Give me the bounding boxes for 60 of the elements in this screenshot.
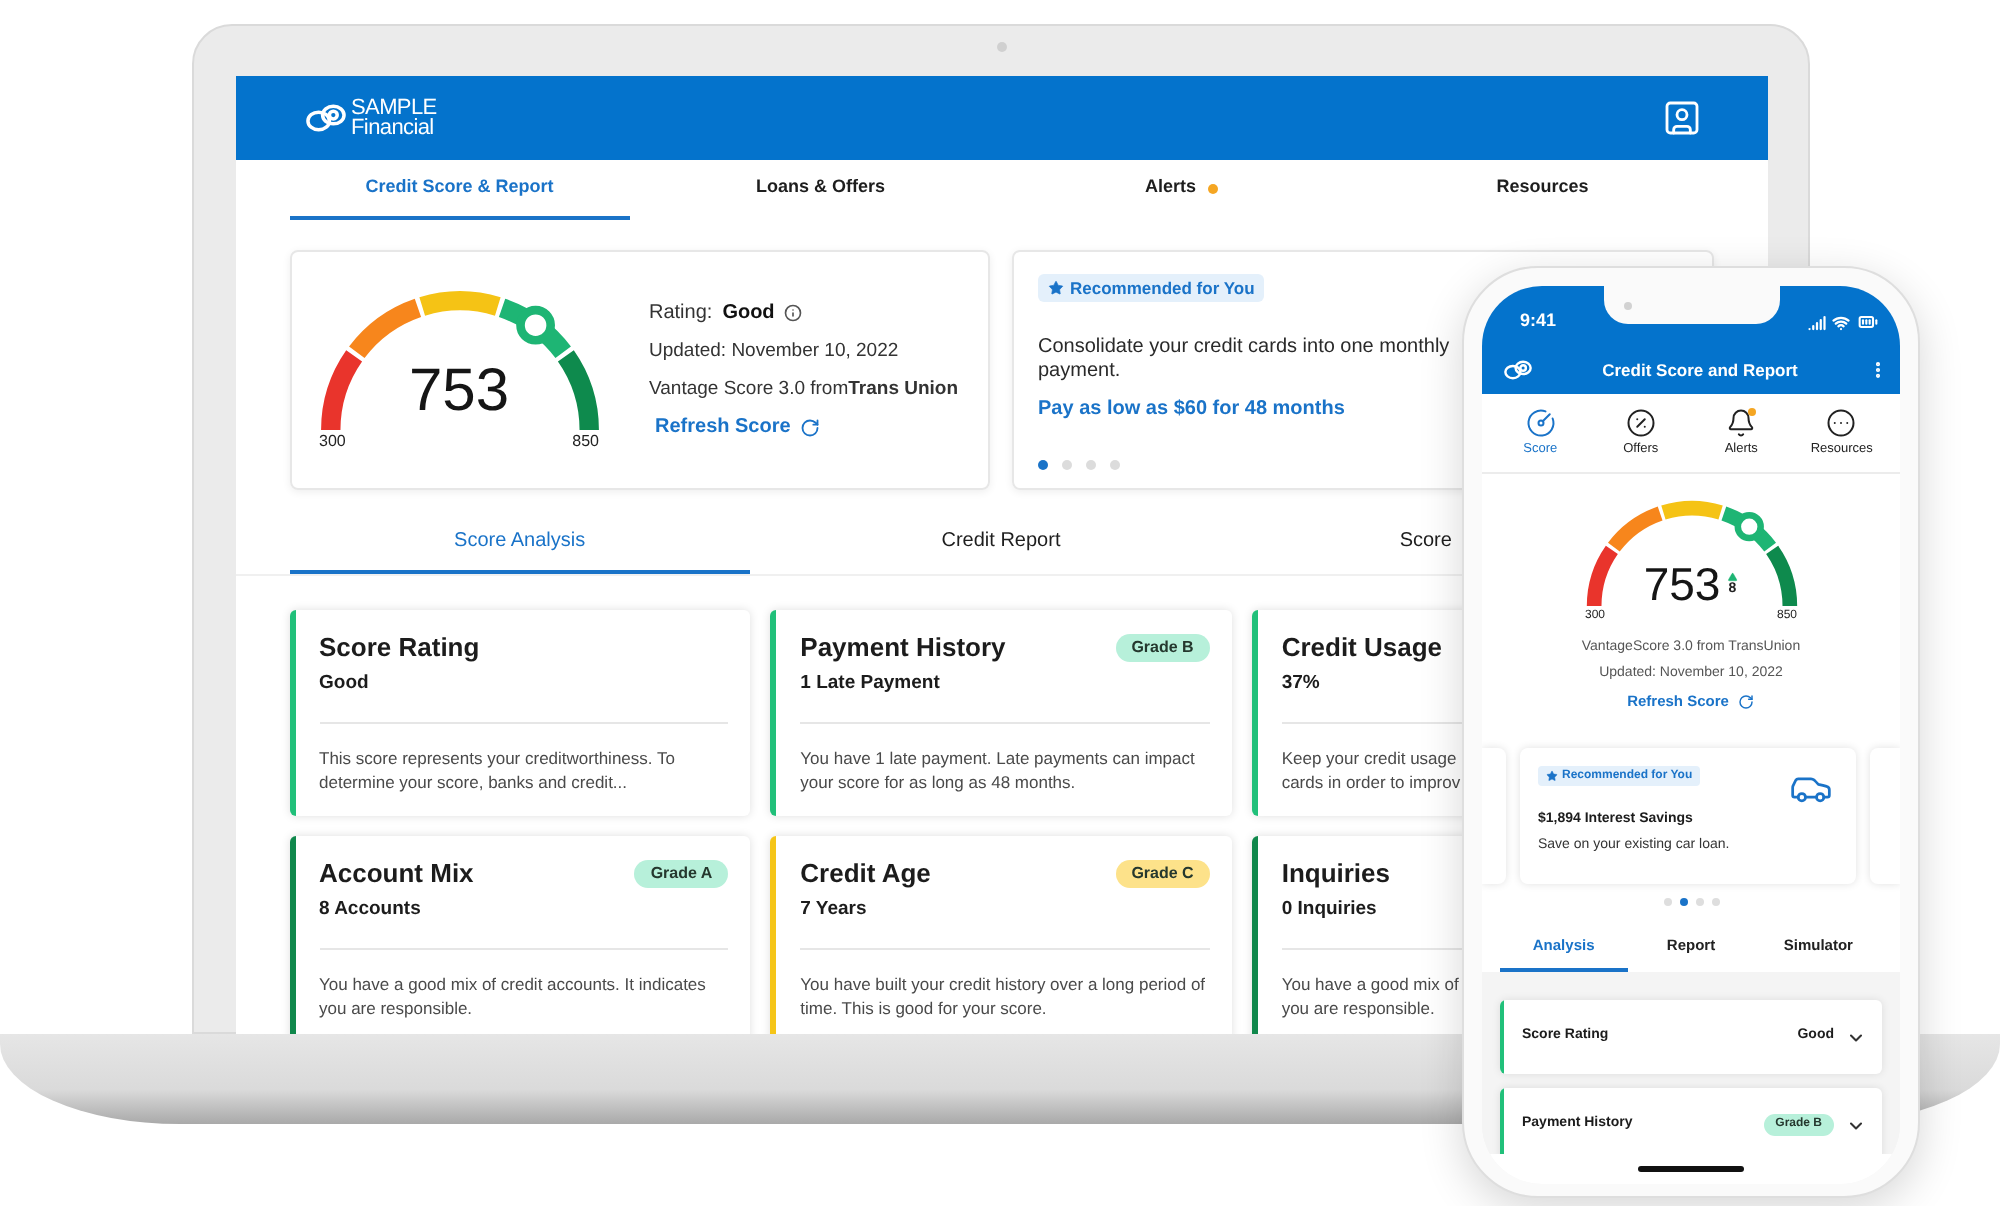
wifi-icon xyxy=(1832,313,1850,331)
card-title: Score Rating xyxy=(319,632,480,664)
ellipsis-icon xyxy=(1826,408,1857,438)
status-time: 9:41 xyxy=(1520,308,1557,335)
card-title: Credit Usage xyxy=(1281,632,1443,664)
card-description: You have built your credit history over a long period of time. This is good for your score. xyxy=(800,972,1208,1020)
logo-text: Financial xyxy=(351,118,436,138)
card-value: 8 Accounts xyxy=(319,898,421,922)
nav-tab[interactable]: Alerts xyxy=(1011,160,1352,220)
gauge-icon xyxy=(1525,408,1556,438)
score-source: Vantage Score 3.0 fromTrans Union xyxy=(649,378,959,400)
card-title: Credit Age xyxy=(800,858,931,890)
app-title: Credit Score and Report xyxy=(1600,357,1800,383)
card-title: Account Mix xyxy=(319,858,474,890)
grade-badge: Grade B xyxy=(1115,634,1210,662)
battery-icon xyxy=(1856,312,1880,332)
logo-text: SAMPLE xyxy=(351,98,437,118)
rating-value: Good xyxy=(722,302,775,324)
grade-badge: Grade C xyxy=(1115,860,1210,888)
star-icon xyxy=(1546,770,1558,782)
signal-icon xyxy=(1808,313,1826,331)
recommended-badge: Recommended for You xyxy=(1038,274,1265,302)
scale-min-label: 300 xyxy=(319,432,346,450)
card-value: 0 Inquiries xyxy=(1281,898,1377,922)
logo-icon xyxy=(1504,360,1532,380)
card-description: You have 1 late payment. Late payments can impact your score for as long as 48 months. xyxy=(800,746,1197,794)
home-indicator xyxy=(1638,1166,1744,1172)
card-value: 37% xyxy=(1281,672,1320,696)
bell-icon xyxy=(1726,408,1757,438)
grade-badge: Grade A xyxy=(634,860,729,888)
analysis-tab[interactable]: Score xyxy=(1251,510,1456,574)
nav-tab[interactable]: Credit Score & Report xyxy=(289,160,630,220)
nav-tab[interactable]: Resources xyxy=(1372,160,1713,220)
refresh-icon xyxy=(1738,694,1755,710)
scale-max-label: 850 xyxy=(572,432,599,450)
refresh-score-button[interactable]: Refresh Score xyxy=(655,416,821,438)
card-value: 7 Years xyxy=(800,898,867,922)
card-title: Inquiries xyxy=(1281,858,1391,890)
user-icon[interactable] xyxy=(1661,98,1701,138)
card-description: You have a good mix of you are responsible. xyxy=(1281,972,1459,1020)
recommendation-text: Consolidate your credit cards into one monthly payment. xyxy=(1038,336,1452,384)
percent-icon xyxy=(1625,408,1656,438)
updated-date: Updated: November 10, 2022 xyxy=(649,340,899,362)
score-value: 753 xyxy=(408,362,510,422)
score-value: 753 xyxy=(1643,562,1721,608)
card-description: This score represents your creditworthiness. To determine your score, banks and credit... xyxy=(319,746,677,794)
refresh-icon xyxy=(800,417,821,437)
offer-link[interactable]: Pay as low as $60 for 48 months xyxy=(1038,398,1345,422)
rating-label: Rating: xyxy=(649,302,713,324)
logo-icon xyxy=(305,104,345,132)
card-value: 1 Late Payment xyxy=(800,672,940,696)
card-description: Keep your credit usage cards in order to improv xyxy=(1281,746,1461,794)
card-title: Payment History xyxy=(800,632,1006,664)
info-icon[interactable] xyxy=(784,304,803,322)
nav-tab[interactable]: Loans & Offers xyxy=(650,160,991,220)
card-value: Good xyxy=(319,672,369,696)
star-icon xyxy=(1048,280,1064,296)
card-description: You have a good mix of credit accounts. It indicates you are responsible. xyxy=(319,972,708,1020)
analysis-tab[interactable]: Credit Report xyxy=(770,510,1232,574)
analysis-tab[interactable]: Score Analysis xyxy=(289,510,751,574)
